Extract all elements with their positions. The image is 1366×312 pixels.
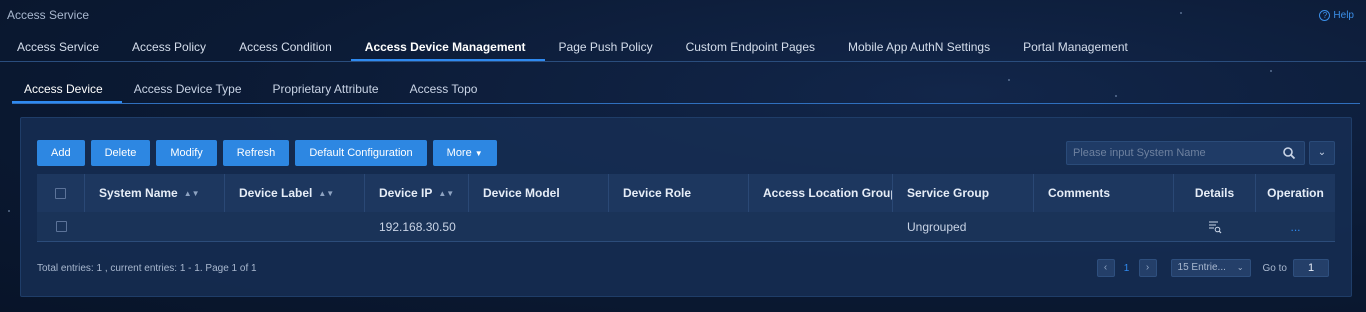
modify-button[interactable]: Modify xyxy=(156,140,217,166)
device-table: System Name ▲▼ Device Label ▲▼ Device IP ▲▼… xyxy=(37,174,1335,242)
col-system-name[interactable]: System Name ▲▼ xyxy=(85,174,225,212)
col-device-role-label: Device Role xyxy=(623,186,692,200)
help-label: Help xyxy=(1333,10,1354,21)
app-title: Access Service xyxy=(7,8,90,22)
next-page-button[interactable]: › xyxy=(1138,259,1157,277)
details-icon[interactable] xyxy=(1208,220,1222,234)
tab-access-condition[interactable]: Access Condition xyxy=(225,34,351,61)
cell-device-ip: 192.168.30.50 xyxy=(379,219,456,234)
pagination: ‹ 1 › 15 Entrie... ⌄ Go to xyxy=(1096,259,1329,277)
col-device-role: Device Role xyxy=(609,174,749,212)
top-bar: Access Service ? Help xyxy=(0,0,1366,28)
tab-page-push-policy[interactable]: Page Push Policy xyxy=(545,34,672,61)
table-row[interactable]: 192.168.30.50 Ungrouped ... xyxy=(37,212,1335,242)
subtab-access-device[interactable]: Access Device xyxy=(12,76,122,103)
col-device-ip[interactable]: Device IP ▲▼ xyxy=(365,174,469,212)
col-details: Details xyxy=(1174,174,1256,212)
background-star xyxy=(1270,70,1272,72)
tab-portal-management[interactable]: Portal Management xyxy=(1009,34,1147,61)
col-comments: Comments xyxy=(1034,174,1174,212)
goto-page-input[interactable] xyxy=(1293,259,1329,277)
select-all-checkbox[interactable] xyxy=(55,187,66,199)
page-size-value: 15 Entrie... xyxy=(1177,262,1226,273)
cell-system-name xyxy=(85,212,225,241)
sort-icon[interactable]: ▲▼ xyxy=(438,189,454,198)
chevron-down-icon: ▼ xyxy=(474,149,483,158)
chevron-right-icon: › xyxy=(1145,262,1150,273)
col-access-location-group-label: Access Location Group xyxy=(763,186,893,200)
table-header: System Name ▲▼ Device Label ▲▼ Device IP ▲▼… xyxy=(37,174,1335,212)
more-label: More xyxy=(446,147,472,159)
row-select-cell xyxy=(37,212,85,241)
cell-operation[interactable]: ... xyxy=(1256,212,1335,241)
cell-service-group: Ungrouped xyxy=(907,219,967,234)
row-checkbox[interactable] xyxy=(55,221,67,232)
col-operation-label: Operation xyxy=(1267,186,1324,200)
cell-device-label xyxy=(225,212,365,241)
col-service-group: Service Group xyxy=(893,174,1034,212)
cell-details xyxy=(1174,212,1256,241)
background-star xyxy=(8,210,10,212)
sub-tabs: Access Device Access Device Type Proprie… xyxy=(12,76,1360,104)
cell-device-role xyxy=(609,212,749,241)
col-details-label: Details xyxy=(1194,186,1235,200)
subtab-access-device-type[interactable]: Access Device Type xyxy=(122,76,261,103)
chevron-left-icon: ‹ xyxy=(1103,262,1108,273)
subtab-access-topo[interactable]: Access Topo xyxy=(398,76,497,103)
select-all-cell xyxy=(37,174,85,212)
sort-icon[interactable]: ▲▼ xyxy=(318,189,334,198)
col-comments-label: Comments xyxy=(1048,186,1111,200)
help-link[interactable]: ? Help xyxy=(1319,10,1354,21)
question-icon: ? xyxy=(1319,10,1331,21)
chevron-down-icon: ⌄ xyxy=(1317,147,1327,158)
cell-comments xyxy=(1034,212,1174,241)
add-button[interactable]: Add xyxy=(37,140,85,166)
col-system-name-label: System Name xyxy=(99,186,178,200)
tab-access-service[interactable]: Access Service xyxy=(3,34,118,61)
goto-label: Go to xyxy=(1262,262,1287,274)
search-icon[interactable] xyxy=(1282,146,1296,160)
delete-button[interactable]: Delete xyxy=(90,140,151,166)
search-box xyxy=(1066,141,1305,165)
sort-icon[interactable]: ▲▼ xyxy=(184,189,200,198)
col-device-model: Device Model xyxy=(469,174,609,212)
col-device-ip-label: Device IP xyxy=(379,186,433,200)
col-device-label-label: Device Label xyxy=(239,186,313,200)
col-operation: Operation xyxy=(1256,174,1335,212)
toolbar: Add Delete Modify Refresh Default Config… xyxy=(37,140,497,166)
search-input[interactable] xyxy=(1067,142,1267,164)
page-number[interactable]: 1 xyxy=(1121,263,1133,274)
expand-search-button[interactable]: ⌄ xyxy=(1309,141,1335,165)
col-device-label[interactable]: Device Label ▲▼ xyxy=(225,174,365,212)
default-configuration-button[interactable]: Default Configuration xyxy=(295,140,427,166)
refresh-button[interactable]: Refresh xyxy=(222,140,290,166)
device-list-panel: Add Delete Modify Refresh Default Config… xyxy=(20,117,1352,297)
tab-access-policy[interactable]: Access Policy xyxy=(118,34,225,61)
tab-mobile-app-authn-settings[interactable]: Mobile App AuthN Settings xyxy=(834,34,1009,61)
cell-access-location-group xyxy=(749,212,893,241)
tab-access-device-management[interactable]: Access Device Management xyxy=(350,34,545,61)
more-button[interactable]: More ▼ xyxy=(432,140,497,166)
pagination-summary: Total entries: 1 , current entries: 1 - … xyxy=(37,263,257,274)
col-access-location-group: Access Location Group xyxy=(749,174,893,212)
page-size-select[interactable]: 15 Entrie... ⌄ xyxy=(1170,259,1251,277)
cell-device-model xyxy=(469,212,609,241)
prev-page-button[interactable]: ‹ xyxy=(1096,259,1115,277)
tab-custom-endpoint-pages[interactable]: Custom Endpoint Pages xyxy=(672,34,834,61)
main-tabs: Access Service Access Policy Access Cond… xyxy=(0,34,1366,62)
chevron-down-icon: ⌄ xyxy=(1236,263,1244,272)
col-service-group-label: Service Group xyxy=(907,186,990,200)
subtab-proprietary-attribute[interactable]: Proprietary Attribute xyxy=(261,76,398,103)
col-device-model-label: Device Model xyxy=(483,186,560,200)
